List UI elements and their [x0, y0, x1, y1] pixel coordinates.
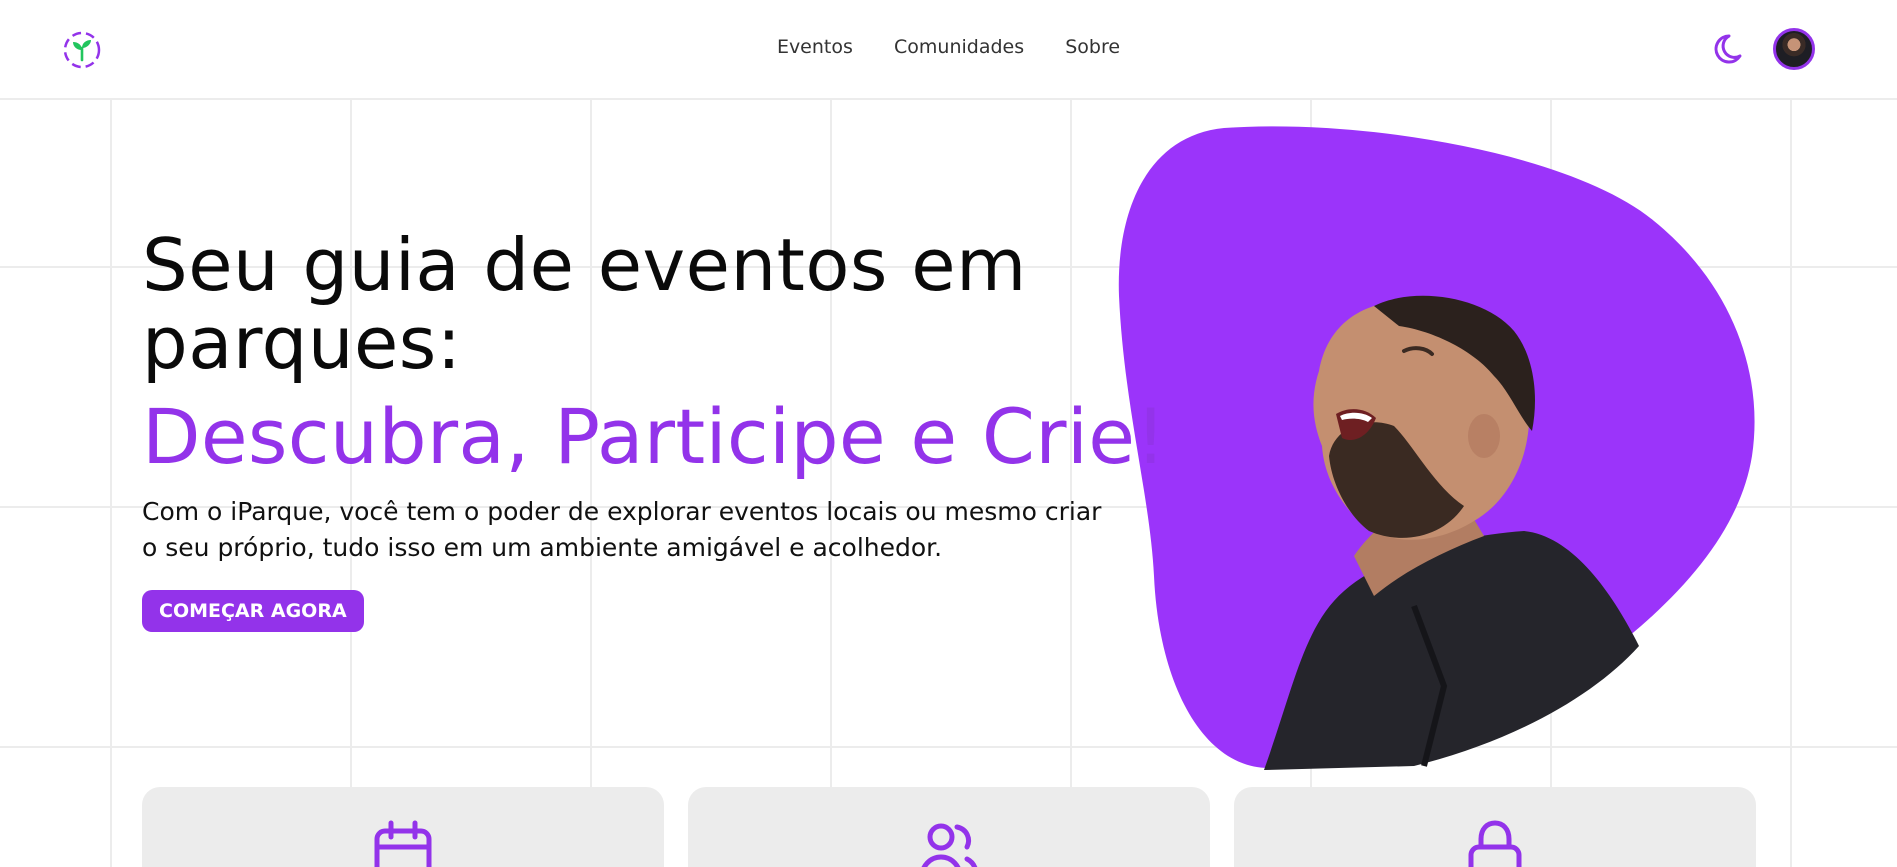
laughing-man-photo	[1118, 126, 1755, 770]
nav-link-eventos[interactable]: Eventos	[777, 36, 853, 58]
nav-link-comunidades[interactable]: Comunidades	[894, 36, 1024, 58]
feature-card-security	[1234, 787, 1756, 867]
moon-icon[interactable]	[1710, 30, 1750, 70]
start-now-button[interactable]: COMEÇAR AGORA	[142, 590, 364, 632]
feature-card-events	[142, 787, 664, 867]
hero-section: Seu guia de eventos em parques: Descubra…	[142, 223, 1167, 632]
lock-icon	[1468, 820, 1522, 867]
feature-card-communities	[688, 787, 1210, 867]
hero-subtitle: Descubra, Participe e Crie!	[142, 392, 1167, 481]
hero-title: Seu guia de eventos em parques:	[142, 223, 1027, 385]
hero-image	[1114, 126, 1764, 770]
nav-link-sobre[interactable]: Sobre	[1065, 36, 1120, 58]
user-avatar[interactable]	[1773, 28, 1815, 70]
main-nav: Eventos Comunidades Sobre	[0, 36, 1897, 58]
page: Eventos Comunidades Sobre Seu guia de ev…	[0, 0, 1897, 867]
users-icon	[921, 823, 978, 867]
site-header: Eventos Comunidades Sobre	[0, 0, 1897, 100]
calendar-icon	[374, 820, 432, 867]
hero-description: Com o iParque, você tem o poder de explo…	[142, 497, 1102, 562]
